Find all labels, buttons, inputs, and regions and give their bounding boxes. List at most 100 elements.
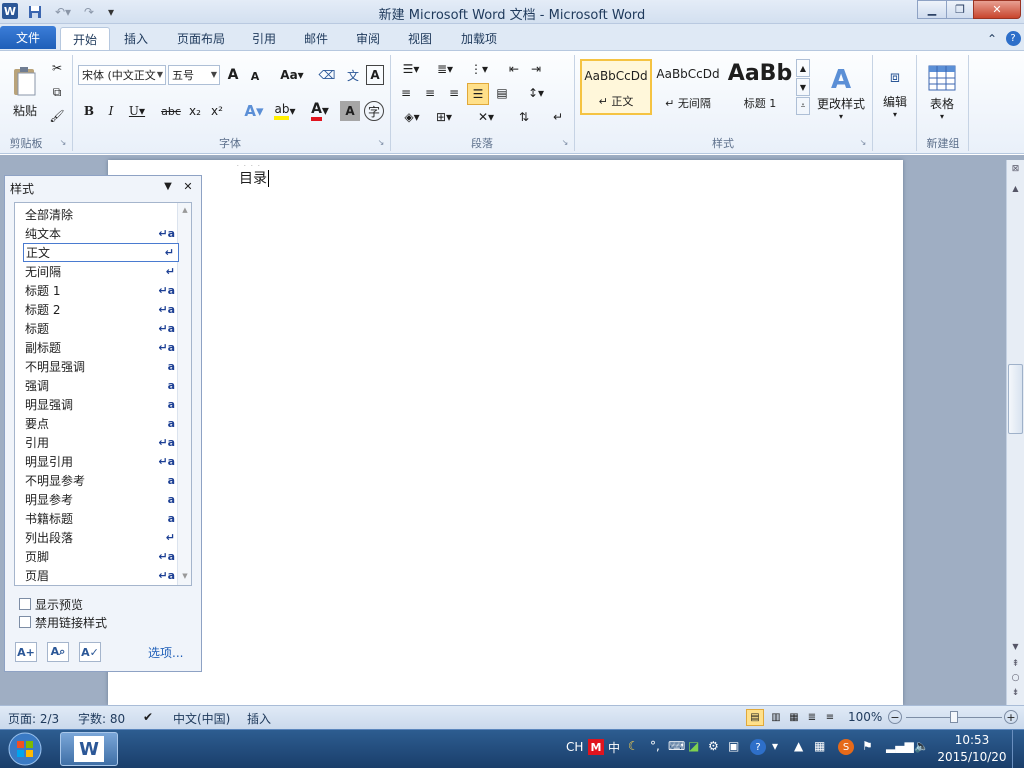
- align-center-icon[interactable]: ≡: [420, 83, 440, 103]
- ime-settings-icon[interactable]: ⚙: [708, 739, 719, 753]
- scroll-down-icon[interactable]: ▼: [1009, 640, 1022, 652]
- clipboard-launcher-icon[interactable]: ↘: [58, 137, 68, 147]
- new-style-icon[interactable]: A+: [15, 642, 37, 662]
- style-list-item[interactable]: 全部清除: [23, 205, 179, 224]
- align-left-icon[interactable]: ≡: [396, 83, 416, 103]
- char-shading-icon[interactable]: A: [340, 101, 360, 121]
- style-list-item[interactable]: 纯文本 ↵a: [23, 224, 179, 243]
- ruler-toggle-icon[interactable]: ⊠: [1009, 162, 1022, 176]
- paste-button[interactable]: 粘贴: [6, 57, 44, 127]
- underline-button[interactable]: U ▾: [124, 101, 150, 121]
- font-color-icon[interactable]: A ▾: [306, 101, 334, 121]
- close-button[interactable]: ✕: [973, 0, 1021, 19]
- style-inspector-icon[interactable]: A⌕: [47, 642, 69, 662]
- style-list-item[interactable]: 不明显强调 a: [23, 357, 179, 376]
- styles-list-scrollbar[interactable]: ▲ ▼: [177, 203, 191, 585]
- clock-date[interactable]: 2015/10/20: [934, 750, 1010, 764]
- shading-icon[interactable]: ◈▾: [398, 107, 426, 127]
- word-count[interactable]: 字数: 80: [78, 710, 125, 727]
- shrink-font-icon[interactable]: A: [246, 67, 264, 85]
- scroll-down-icon[interactable]: ▼: [179, 571, 191, 581]
- style-normal[interactable]: AaBbCcDd ↵ 正文: [580, 59, 652, 115]
- tab-review[interactable]: 审阅: [346, 27, 390, 50]
- table-button[interactable]: 表格 ▾: [922, 57, 962, 129]
- tab-file[interactable]: 文件: [0, 26, 56, 49]
- style-list-item[interactable]: 标题 2 ↵a: [23, 300, 179, 319]
- chinese-layout-icon[interactable]: ✕▾: [472, 107, 500, 127]
- draft-view-icon[interactable]: ≡: [822, 709, 838, 726]
- pane-menu-icon[interactable]: ▼: [161, 179, 175, 193]
- style-list-item[interactable]: 无间隔 ↵: [23, 262, 179, 281]
- ime-punctuation-icon[interactable]: °,: [650, 739, 660, 753]
- minimize-button[interactable]: ▁: [917, 0, 947, 19]
- zoom-in-icon[interactable]: +: [1004, 710, 1018, 724]
- maximize-button[interactable]: ❐: [946, 0, 974, 19]
- document-page[interactable]: · · · · 目录: [108, 160, 903, 705]
- style-heading-1[interactable]: AaBb 标题 1: [724, 59, 796, 115]
- align-right-icon[interactable]: ≡: [444, 83, 464, 103]
- ime-menu-icon[interactable]: ▾: [772, 739, 778, 753]
- tab-references[interactable]: 引用: [242, 27, 286, 50]
- ime-chinese-mode[interactable]: 中: [608, 739, 620, 756]
- char-border-icon[interactable]: A: [366, 65, 384, 85]
- tab-page-layout[interactable]: 页面布局: [168, 27, 234, 50]
- tab-insert[interactable]: 插入: [114, 27, 158, 50]
- strikethrough-button[interactable]: abc: [160, 101, 182, 121]
- style-list-item[interactable]: 不明显参考 a: [23, 471, 179, 490]
- bullets-icon[interactable]: ☰▾: [396, 59, 426, 79]
- highlight-color-icon[interactable]: ab ▾: [270, 101, 300, 121]
- styles-launcher-icon[interactable]: ↘: [858, 137, 868, 147]
- ime-toolbox-icon[interactable]: ▣: [728, 739, 739, 753]
- vertical-scrollbar[interactable]: ⊠ ▲ ▼ ⇞ ○ ⇟: [1006, 160, 1024, 705]
- start-button[interactable]: [4, 731, 46, 767]
- web-layout-icon[interactable]: ▦: [786, 709, 802, 726]
- sort-icon[interactable]: ⇅: [514, 107, 534, 127]
- style-list-item[interactable]: 页脚 ↵a: [23, 547, 179, 566]
- language-indicator[interactable]: 中文(中国): [173, 710, 230, 727]
- style-list-item[interactable]: 书籍标题 a: [23, 509, 179, 528]
- increase-indent-icon[interactable]: ⇥: [526, 59, 546, 79]
- enclose-char-icon[interactable]: 字: [364, 101, 384, 121]
- previous-page-icon[interactable]: ⇞: [1009, 658, 1022, 670]
- format-painter-icon[interactable]: 🖌: [48, 107, 66, 125]
- show-marks-icon[interactable]: ↵: [548, 107, 568, 127]
- disable-linked-checkbox[interactable]: [19, 616, 31, 628]
- tab-addins[interactable]: 加载项: [450, 27, 508, 50]
- decrease-indent-icon[interactable]: ⇤: [504, 59, 524, 79]
- font-name-combo[interactable]: 宋体 (中文正文 ▼: [78, 65, 166, 85]
- subscript-button[interactable]: x₂: [186, 101, 204, 121]
- ime-moon-icon[interactable]: ☾: [628, 739, 639, 753]
- browse-object-icon[interactable]: ○: [1009, 672, 1022, 684]
- tab-view[interactable]: 视图: [398, 27, 442, 50]
- network-icon[interactable]: ▦: [814, 739, 825, 753]
- help-icon[interactable]: ?: [1004, 27, 1022, 50]
- style-list-item[interactable]: 明显强调 a: [23, 395, 179, 414]
- cut-icon[interactable]: ✂: [48, 59, 66, 77]
- tab-home[interactable]: 开始: [60, 27, 110, 50]
- style-list-item[interactable]: 要点 a: [23, 414, 179, 433]
- flag-tray-icon[interactable]: ⚑: [862, 739, 873, 753]
- font-size-combo[interactable]: 五号 ▼: [168, 65, 220, 85]
- superscript-button[interactable]: x²: [208, 101, 226, 121]
- ime-indicator[interactable]: CH: [566, 740, 583, 754]
- change-case-icon[interactable]: Aa ▾: [278, 65, 306, 85]
- style-list-item[interactable]: 明显引用 ↵a: [23, 452, 179, 471]
- numbering-icon[interactable]: ≣▾: [430, 59, 460, 79]
- style-list-item[interactable]: 明显参考 a: [23, 490, 179, 509]
- ime-help-icon[interactable]: ?: [750, 739, 766, 755]
- options-link[interactable]: 选项...: [148, 644, 183, 661]
- taskbar-word-button[interactable]: W: [60, 732, 118, 766]
- ime-keyboard-icon[interactable]: ⌨: [668, 739, 685, 753]
- show-preview-checkbox[interactable]: [19, 598, 31, 610]
- bold-button[interactable]: B: [80, 101, 98, 121]
- style-no-spacing[interactable]: AaBbCcDd ↵ 无间隔: [652, 59, 724, 115]
- font-launcher-icon[interactable]: ↘: [376, 137, 386, 147]
- text-effects-icon[interactable]: A▾: [240, 101, 268, 121]
- next-page-icon[interactable]: ⇟: [1009, 687, 1022, 699]
- style-list-item[interactable]: 列出段落 ↵: [23, 528, 179, 547]
- outline-view-icon[interactable]: ≣: [804, 709, 820, 726]
- security-tray-icon[interactable]: S: [838, 739, 854, 755]
- distributed-icon[interactable]: ▤: [492, 83, 512, 103]
- zoom-slider-thumb[interactable]: [950, 711, 958, 723]
- scroll-up-icon[interactable]: ▲: [179, 205, 191, 215]
